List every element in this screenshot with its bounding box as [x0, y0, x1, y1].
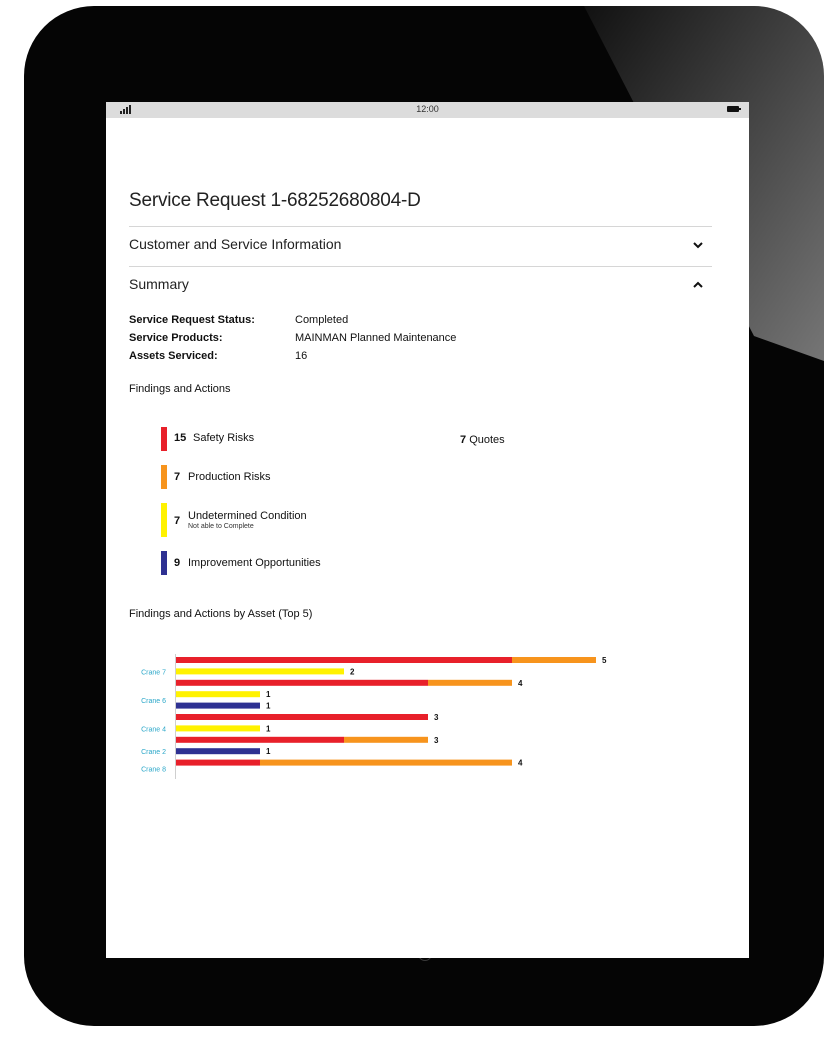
bar-value-label: 3 [434, 713, 439, 722]
finding-label: Undetermined Condition [188, 510, 307, 522]
bar-segment-safety [176, 714, 428, 720]
asset-label[interactable]: Crane 4 [141, 726, 166, 733]
tablet-screen: 12:00 Service Request 1-68252680804-D Cu… [106, 102, 749, 958]
bar-segment-production [512, 657, 596, 663]
section-customer-service[interactable]: Customer and Service Information [129, 236, 712, 258]
bar-value-label: 3 [434, 736, 439, 745]
bar-value-label: 4 [518, 679, 523, 688]
asset-label[interactable]: Crane 6 [141, 698, 166, 705]
finding-count: 7 [174, 515, 181, 527]
finding-label: Improvement Opportunities [188, 557, 321, 569]
chevron-up-icon[interactable] [692, 279, 704, 291]
finding-sublabel: Not able to Complete [188, 523, 254, 530]
bar-segment-improvement [176, 748, 260, 755]
bar-value-label: 2 [350, 667, 355, 676]
color-swatch [161, 503, 167, 537]
bar-segment-safety [176, 679, 428, 686]
field-value: Completed [295, 314, 349, 326]
chart-heading: Findings and Actions by Asset (Top 5) [129, 608, 313, 620]
color-swatch [161, 551, 167, 575]
field-label: Service Request Status: [129, 314, 255, 326]
bar-segment-production [260, 759, 512, 766]
field-label: Assets Serviced: [129, 350, 218, 362]
finding-count: 9 [174, 557, 181, 569]
field-label: Service Products: [129, 332, 223, 344]
bar-value-label: 1 [266, 690, 271, 699]
findings-heading: Findings and Actions [129, 383, 231, 395]
bar-segment-undetermined [176, 691, 260, 698]
finding-count: 7 [174, 471, 181, 483]
quotes-label: Quotes [469, 434, 505, 446]
finding-label: Production Risks [188, 471, 271, 483]
asset-label[interactable]: Crane 2 [141, 749, 166, 756]
bar-value-label: 4 [518, 759, 523, 768]
bar-segment-production [428, 679, 512, 686]
bar-value-label: 1 [266, 724, 271, 733]
bar-segment-improvement [176, 702, 260, 709]
color-swatch [161, 465, 167, 489]
bar-value-label: 1 [266, 702, 271, 711]
status-time: 12:00 [416, 104, 439, 114]
bar-value-label: 5 [602, 656, 607, 665]
color-swatch [161, 427, 167, 451]
bar-segment-undetermined [176, 668, 344, 675]
quotes-summary[interactable]: 7 Quotes [460, 434, 505, 446]
status-bar: 12:00 [106, 102, 749, 118]
page-title: Service Request 1-68252680804-D [129, 190, 421, 211]
field-value: 16 [295, 350, 308, 362]
bar-segment-production [344, 736, 428, 743]
finding-label: Safety Risks [193, 432, 255, 444]
bar-segment-safety [176, 657, 512, 663]
chevron-down-icon[interactable] [692, 239, 704, 251]
section-summary-label: Summary [129, 276, 189, 292]
quotes-count: 7 [460, 434, 467, 446]
divider [129, 226, 712, 227]
field-value: MAINMAN Planned Maintenance [295, 332, 457, 344]
bar-value-label: 1 [266, 747, 271, 756]
bar-segment-undetermined [176, 725, 260, 732]
battery-icon [727, 106, 741, 112]
divider [129, 266, 712, 267]
section-customer-label: Customer and Service Information [129, 236, 342, 252]
finding-count: 15 [174, 432, 187, 444]
asset-label[interactable]: Crane 8 [141, 766, 166, 773]
section-summary[interactable]: Summary [129, 276, 712, 298]
asset-label[interactable]: Crane 7 [141, 669, 166, 676]
bar-segment-safety [176, 759, 260, 766]
bar-segment-safety [176, 736, 344, 743]
asset-findings-chart: 5 2 Crane 7 4 1 1 Crane 6 3 1 Crane 4 3 1 Crane 2 4 Cr… [141, 654, 607, 779]
